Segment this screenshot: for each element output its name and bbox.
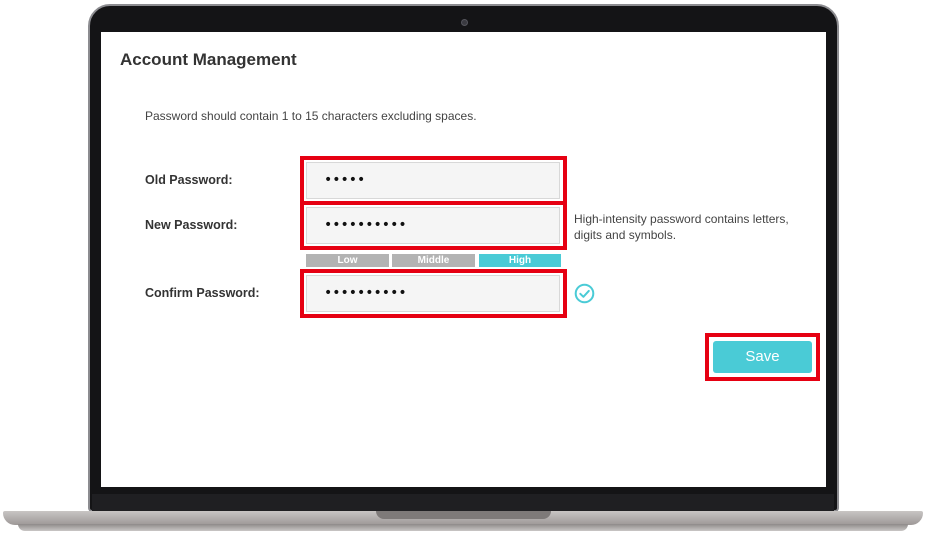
save-button-highlight	[705, 333, 820, 381]
check-circle-icon	[574, 283, 595, 304]
laptop-base-edge	[18, 524, 908, 531]
strength-low: Low	[306, 254, 389, 267]
confirm-password-label: Confirm Password:	[145, 286, 260, 300]
strength-middle: Middle	[392, 254, 475, 267]
password-strength-note: High-intensity password contains letters…	[574, 212, 789, 242]
laptop-notch	[376, 511, 551, 519]
old-password-highlight	[300, 156, 567, 205]
laptop-hinge	[92, 494, 834, 512]
new-password-highlight	[300, 201, 567, 250]
strength-high: High	[479, 254, 561, 267]
old-password-label: Old Password:	[145, 173, 233, 187]
page-title: Account Management	[120, 50, 297, 69]
password-rule-hint: Password should contain 1 to 15 characte…	[145, 109, 477, 123]
laptop-frame: Account Management Password should conta…	[0, 0, 927, 537]
new-password-label: New Password:	[145, 218, 238, 232]
webcam-icon	[461, 19, 468, 26]
confirm-password-highlight	[300, 269, 567, 318]
